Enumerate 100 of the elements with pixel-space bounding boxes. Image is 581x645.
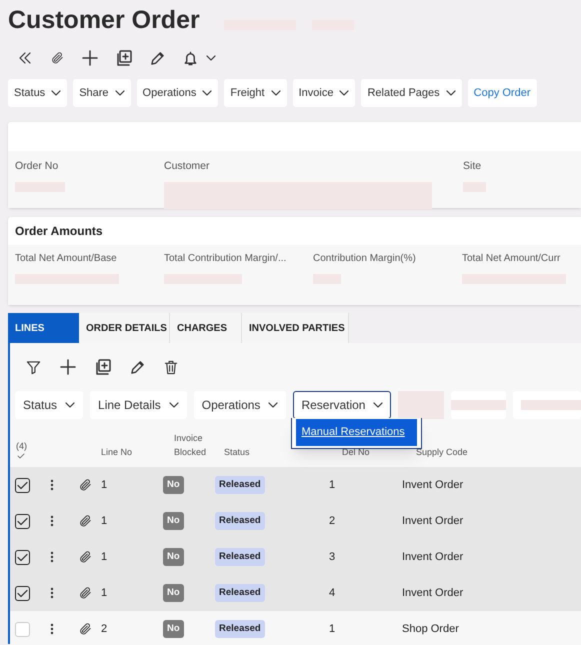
chevron-down-icon bbox=[114, 90, 125, 96]
redacted-value bbox=[398, 391, 444, 419]
field-label: Contribution Margin(%) bbox=[313, 252, 417, 266]
field-label: Order No bbox=[15, 159, 60, 174]
paperclip-icon[interactable] bbox=[78, 586, 92, 600]
table-cell-text: 1 bbox=[100, 550, 108, 565]
table-cell-text: 1 bbox=[329, 622, 336, 637]
chevron-down-icon bbox=[65, 402, 76, 408]
chevron-down-icon bbox=[270, 90, 281, 96]
card-title: Order Amounts bbox=[14, 223, 104, 240]
column-header: Line No bbox=[100, 446, 134, 458]
field-label: Total Net Amount/Base bbox=[15, 252, 118, 266]
chevron-down-icon bbox=[51, 90, 62, 96]
paperclip-icon[interactable] bbox=[78, 550, 92, 564]
menu-button[interactable]: Status bbox=[8, 79, 68, 107]
column-header: Del No bbox=[342, 446, 371, 458]
status-badge: Released bbox=[215, 620, 265, 638]
invoice-blocked-badge: No bbox=[163, 512, 184, 530]
duplicate-icon[interactable] bbox=[116, 50, 132, 66]
invoice-blocked-badge: No bbox=[163, 476, 184, 494]
more-icon[interactable] bbox=[50, 551, 54, 563]
table-cell-text: 1 bbox=[100, 586, 108, 601]
row-checkbox[interactable] bbox=[15, 514, 30, 528]
table-cell-text: Invent Order bbox=[402, 478, 464, 493]
bell-icon bbox=[183, 50, 198, 66]
table-cell-text: 2 bbox=[329, 514, 336, 529]
table-cell-text: Invent Order bbox=[402, 586, 464, 601]
tab[interactable]: CHARGES bbox=[170, 313, 242, 343]
invoice-blocked-badge: No bbox=[163, 584, 184, 602]
menu-item[interactable]: Manual Reservations bbox=[296, 419, 418, 446]
filter-icon[interactable] bbox=[26, 360, 41, 374]
more-icon[interactable] bbox=[50, 515, 54, 527]
pencil-icon[interactable] bbox=[130, 360, 145, 374]
row-checkbox[interactable] bbox=[15, 586, 30, 600]
redacted-value bbox=[521, 400, 581, 410]
row-checkbox[interactable] bbox=[15, 478, 30, 492]
paperclip-icon[interactable] bbox=[78, 478, 92, 492]
trash-icon[interactable] bbox=[164, 360, 178, 374]
column-header: Invoice Blocked bbox=[174, 432, 208, 459]
invoice-blocked-badge: No bbox=[163, 620, 184, 638]
menu-button[interactable]: Line Details bbox=[90, 391, 187, 419]
table-row[interactable]: 1 No Released 4 Invent Order bbox=[10, 575, 581, 611]
table-cell-text: Invent Order bbox=[402, 514, 464, 529]
field-label: Customer bbox=[164, 159, 211, 174]
row-checkbox[interactable] bbox=[15, 550, 30, 564]
column-header: Supply Code bbox=[416, 446, 469, 459]
table-row[interactable]: 1 No Released 2 Invent Order bbox=[10, 503, 581, 539]
menu-button[interactable]: Operations bbox=[136, 79, 218, 107]
field-label: Total Net Amount/Curr bbox=[462, 252, 562, 266]
paperclip-icon[interactable] bbox=[50, 51, 64, 65]
tab[interactable]: ORDER DETAILS bbox=[79, 313, 170, 343]
status-badge: Released bbox=[215, 476, 265, 494]
menu-button[interactable]: Status bbox=[15, 391, 84, 419]
invoice-blocked-badge: No bbox=[163, 548, 184, 566]
more-icon[interactable] bbox=[50, 479, 54, 491]
menu-button[interactable]: Operations bbox=[194, 391, 286, 419]
duplicate-icon[interactable] bbox=[95, 359, 111, 375]
add-icon[interactable] bbox=[60, 359, 76, 375]
status-badge: Released bbox=[215, 512, 265, 530]
status-badge: Released bbox=[215, 548, 265, 566]
check-icon[interactable] bbox=[17, 453, 25, 459]
chevron-down-icon bbox=[339, 90, 350, 96]
table-cell-text: Invent Order bbox=[402, 550, 464, 565]
menu-button[interactable]: Freight bbox=[224, 79, 287, 107]
field-label: Site bbox=[463, 159, 482, 174]
field-label: Total Contribution Margin/... bbox=[164, 252, 288, 266]
chevron-down-icon bbox=[168, 402, 179, 408]
table-cell-text: 1 bbox=[329, 478, 336, 493]
table-row[interactable]: 1 No Released 1 Invent Order bbox=[10, 467, 581, 503]
table-row[interactable]: 1 No Released 3 Invent Order bbox=[10, 539, 581, 575]
chevron-down-icon bbox=[373, 402, 384, 408]
menu-button[interactable]: Reservation bbox=[293, 391, 392, 419]
paperclip-icon[interactable] bbox=[78, 514, 92, 528]
table-cell-text: 1 bbox=[100, 514, 108, 529]
chevron-down-icon bbox=[446, 90, 456, 96]
table-cell-text: 2 bbox=[100, 622, 108, 637]
tab[interactable]: LINES bbox=[8, 313, 79, 343]
chevron-down-icon bbox=[206, 55, 216, 61]
menu-button[interactable]: Invoice bbox=[292, 79, 356, 107]
add-icon[interactable] bbox=[82, 50, 98, 66]
menu-button[interactable]: Share bbox=[73, 79, 131, 107]
table-cell-text: 4 bbox=[329, 586, 336, 601]
pencil-icon[interactable] bbox=[150, 50, 165, 66]
tab[interactable]: INVOLVED PARTIES bbox=[242, 313, 349, 343]
table-cell-text: 3 bbox=[329, 550, 336, 565]
table-cell-text: 1 bbox=[100, 478, 108, 493]
copy-order-button[interactable]: Copy Order bbox=[468, 79, 536, 107]
paperclip-icon[interactable] bbox=[78, 622, 92, 636]
collapse-icon[interactable] bbox=[18, 51, 32, 65]
column-header: Status bbox=[224, 446, 251, 458]
redacted-value bbox=[451, 400, 506, 410]
table-cell-text: Shop Order bbox=[402, 622, 459, 637]
chevron-down-icon bbox=[268, 402, 278, 408]
more-icon[interactable] bbox=[50, 623, 54, 635]
more-icon[interactable] bbox=[50, 587, 54, 599]
menu-button[interactable]: Related Pages bbox=[361, 79, 462, 107]
notification-button[interactable] bbox=[183, 50, 216, 66]
chevron-down-icon bbox=[202, 90, 212, 96]
page-title: Customer Order bbox=[8, 5, 200, 36]
status-badge: Released bbox=[215, 584, 265, 602]
